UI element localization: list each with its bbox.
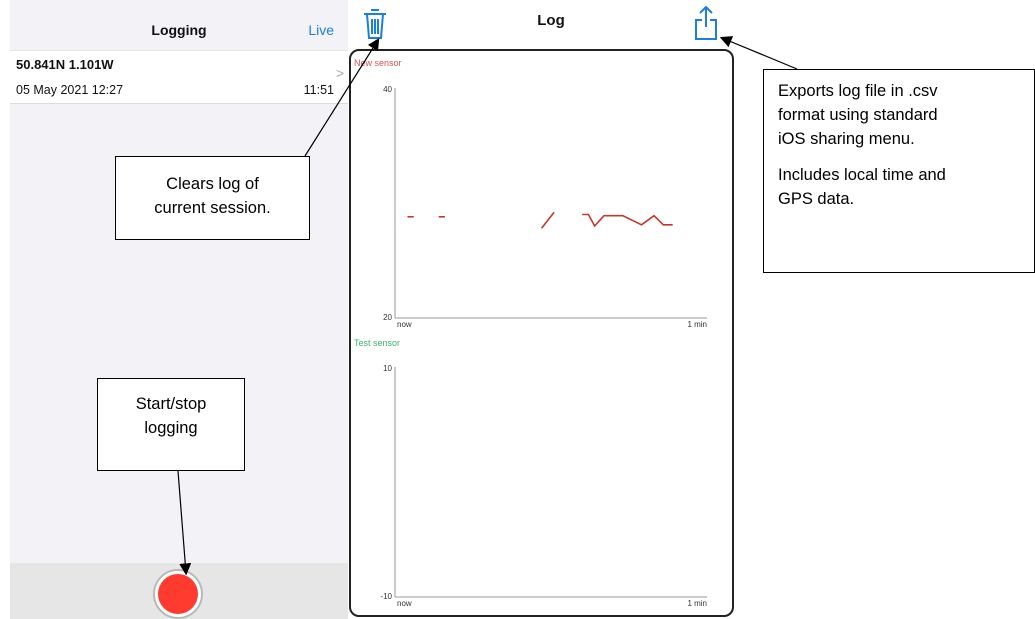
arrow-record (177, 470, 192, 576)
arrow-export (719, 36, 798, 70)
annotation-arrows (177, 36, 798, 576)
arrow-clear (304, 37, 380, 157)
